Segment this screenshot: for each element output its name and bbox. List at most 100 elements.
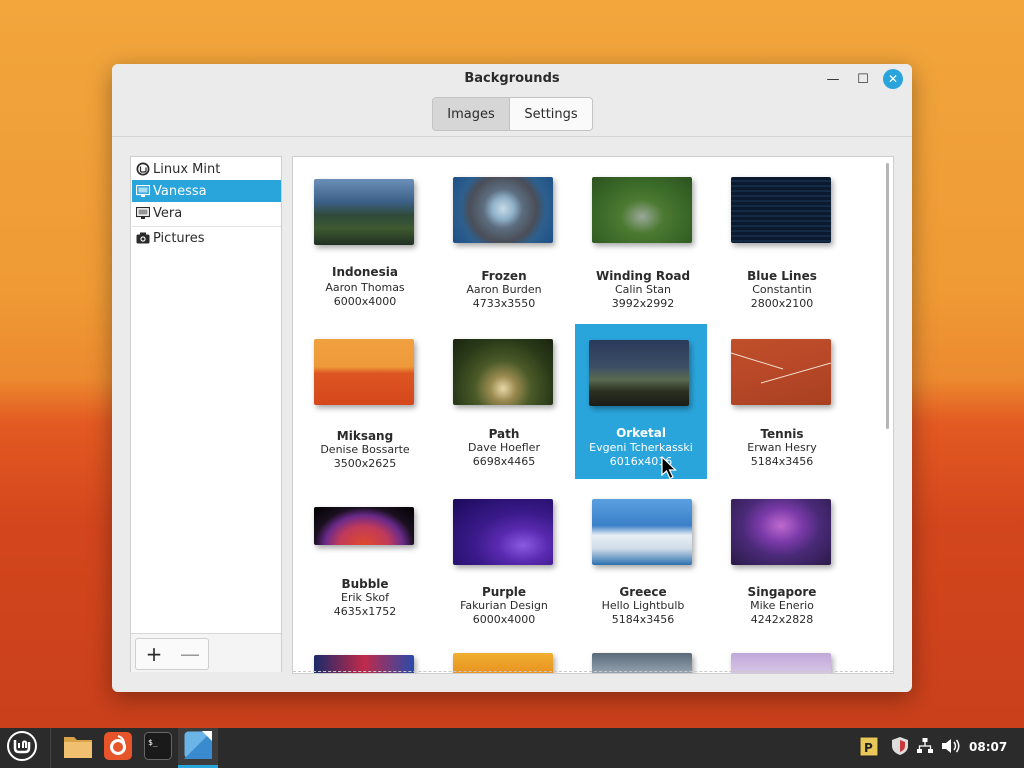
backgrounds-icon — [184, 730, 212, 763]
wallpaper-name: Path — [488, 427, 520, 441]
svg-text:P: P — [864, 741, 873, 755]
wallpaper-thumbnail — [314, 507, 414, 545]
wallpaper-author: Aaron Burden — [466, 283, 542, 296]
wallpaper-grid: Indonesia Aaron Thomas 6000x4000 Frozen … — [292, 156, 894, 674]
sidebar-item-label: Linux Mint — [153, 161, 221, 177]
wallpaper-author: Evgeni Tcherkasski — [589, 441, 693, 454]
sidebar-item-vera[interactable]: Vera — [132, 202, 281, 224]
sidebar-toolbar: + — — [131, 633, 281, 672]
camera-icon — [135, 231, 150, 246]
wallpaper-author: Denise Bossarte — [320, 443, 410, 456]
wallpaper-name: Miksang — [336, 429, 394, 443]
sidebar-item-vanessa[interactable]: Vanessa — [132, 180, 281, 202]
collection-sidebar: Linux Mint Vanessa Vera Pictures + — — [130, 156, 282, 672]
wallpaper-thumbnail — [731, 339, 831, 405]
folder-icon — [63, 733, 93, 763]
sidebar-item-label: Vanessa — [153, 183, 207, 199]
wallpaper-thumbnail — [453, 499, 553, 565]
volume-tray[interactable] — [939, 728, 963, 768]
wallpaper-author: Erwan Hesry — [747, 441, 817, 454]
menu-button[interactable] — [0, 728, 44, 768]
titlebar: Backgrounds — ☐ ✕ Images Settings — [112, 64, 912, 137]
network-icon — [916, 737, 934, 759]
grid-scrollbar[interactable] — [886, 163, 889, 429]
remove-folder-button[interactable]: — — [172, 638, 209, 670]
files-launcher[interactable] — [58, 728, 98, 768]
wallpaper-thumbnail — [731, 177, 831, 243]
sidebar-item-pictures[interactable]: Pictures — [132, 226, 281, 249]
mouse-cursor-icon — [661, 455, 679, 484]
wallpaper-thumbnail — [314, 179, 414, 245]
terminal-launcher[interactable]: $_ — [138, 728, 178, 768]
wallpaper-item-tennis[interactable]: Tennis Erwan Hesry 5184x3456 — [711, 325, 843, 481]
firefox-icon — [104, 732, 132, 764]
mint-menu-icon — [7, 731, 37, 765]
wallpaper-author: Hello Lightbulb — [601, 599, 685, 612]
terminal-icon: $_ — [144, 732, 172, 764]
wallpaper-thumbnail — [731, 499, 831, 565]
wallpaper-thumbnail — [453, 339, 553, 405]
window-title: Backgrounds — [464, 71, 560, 86]
wallpaper-author: Fakurian Design — [460, 599, 548, 612]
shield-icon — [891, 736, 909, 760]
maximize-button[interactable]: ☐ — [853, 69, 873, 89]
wallpaper-author: Calin Stan — [614, 283, 671, 296]
wallpaper-name: Orketal — [616, 426, 666, 440]
clipboard-tray[interactable]: P — [858, 728, 880, 768]
wallpaper-item-orketal[interactable]: Orketal Evgeni Tcherkasski 6016x4016 — [575, 324, 707, 479]
wallpaper-name: Bubble — [341, 577, 389, 591]
grid-scroll-edge — [293, 671, 893, 672]
backgrounds-window: Backgrounds — ☐ ✕ Images Settings Linux … — [112, 64, 912, 692]
monitor-icon — [135, 206, 150, 221]
sidebar-item-linux-mint[interactable]: Linux Mint — [132, 158, 281, 180]
sidebar-item-label: Vera — [153, 205, 183, 221]
wallpaper-size: 6000x4000 — [333, 295, 397, 308]
wallpaper-name: Purple — [481, 585, 527, 599]
wallpaper-item-winding-road[interactable]: Winding Road Calin Stan 3992x2992 — [572, 161, 704, 317]
tab-settings[interactable]: Settings — [510, 98, 592, 130]
close-button[interactable]: ✕ — [883, 69, 903, 89]
svg-text:$_: $_ — [148, 738, 158, 747]
wallpaper-item-singapore[interactable]: Singapore Mike Enerio 4242x2828 — [711, 487, 843, 643]
wallpaper-name: Indonesia — [332, 265, 398, 279]
wallpaper-item-bubble[interactable]: Bubble Erik Skof 4635x1752 — [294, 487, 426, 643]
wallpaper-item-indonesia[interactable]: Indonesia Aaron Thomas 6000x4000 — [294, 161, 426, 317]
add-folder-button[interactable]: + — [135, 638, 173, 670]
update-manager-tray[interactable] — [889, 728, 911, 768]
wallpaper-size: 6698x4465 — [472, 455, 536, 468]
minimize-button[interactable]: — — [823, 69, 843, 89]
clock[interactable]: 08:07 — [969, 740, 1007, 754]
wallpaper-name: Winding Road — [595, 269, 691, 283]
wallpaper-author: Mike Enerio — [750, 599, 814, 612]
tab-switcher: Images Settings — [432, 97, 593, 131]
wallpaper-author: Dave Hoefler — [468, 441, 540, 454]
wallpaper-size: 2800x2100 — [750, 297, 814, 310]
sidebar-item-label: Pictures — [153, 230, 205, 246]
mint-logo-icon — [135, 162, 150, 177]
wallpaper-item-frozen[interactable]: Frozen Aaron Burden 4733x3550 — [433, 161, 565, 317]
tab-images[interactable]: Images — [433, 98, 510, 130]
backgrounds-window-button[interactable] — [178, 728, 218, 768]
wallpaper-item-miksang[interactable]: Miksang Denise Bossarte 3500x2625 — [294, 325, 426, 481]
wallpaper-size: 6016x4016 — [609, 455, 673, 468]
wallpaper-size: 3500x2625 — [333, 457, 397, 470]
wallpaper-name: Blue Lines — [747, 269, 817, 283]
wallpaper-item-purple[interactable]: Purple Fakurian Design 6000x4000 — [433, 487, 565, 643]
wallpaper-author: Constantin — [752, 283, 812, 296]
wallpaper-author: Aaron Thomas — [325, 281, 405, 294]
wallpaper-item-greece[interactable]: Greece Hello Lightbulb 5184x3456 — [572, 487, 704, 643]
wallpaper-thumbnail — [453, 177, 553, 243]
volume-icon — [941, 737, 961, 759]
wallpaper-size: 4242x2828 — [750, 613, 814, 626]
wallpaper-thumbnail — [592, 499, 692, 565]
wallpaper-name: Tennis — [760, 427, 804, 441]
wallpaper-item-blue-lines[interactable]: Blue Lines Constantin 2800x2100 — [711, 161, 843, 317]
parcellite-icon: P — [859, 735, 879, 761]
taskbar: $_ P 08:07 — [0, 728, 1024, 768]
firefox-launcher[interactable] — [98, 728, 138, 768]
wallpaper-thumbnail — [314, 339, 414, 405]
wallpaper-size: 3992x2992 — [611, 297, 675, 310]
wallpaper-item-path[interactable]: Path Dave Hoefler 6698x4465 — [433, 325, 565, 481]
network-tray[interactable] — [914, 728, 936, 768]
wallpaper-name: Greece — [619, 585, 667, 599]
